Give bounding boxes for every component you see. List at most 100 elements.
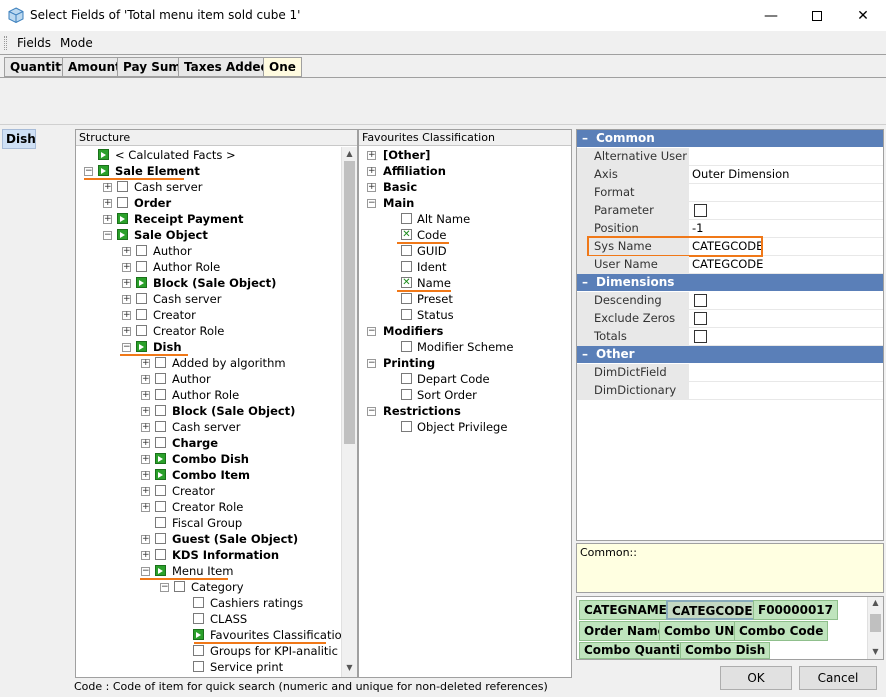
expand-icon[interactable]: +	[103, 215, 112, 224]
expand-icon[interactable]: +	[103, 199, 112, 208]
favourites-item[interactable]: ✕ Name	[359, 275, 571, 291]
structure-tree-item[interactable]: + Author Role	[76, 387, 341, 403]
structure-tree-item[interactable]: + Creator Role	[76, 499, 341, 515]
expand-icon[interactable]: +	[141, 423, 150, 432]
favourites-item[interactable]: + [Other]	[359, 147, 571, 163]
prop-parameter[interactable]: Parameter	[577, 202, 883, 220]
favourites-item[interactable]: Alt Name	[359, 211, 571, 227]
structure-tree-item[interactable]: − Dish	[76, 339, 341, 355]
collapse-icon[interactable]: −	[367, 327, 376, 336]
checkbox[interactable]	[401, 213, 412, 224]
structure-tree-item[interactable]: + Guest (Sale Object)	[76, 531, 341, 547]
structure-tree-item[interactable]: + Cash server	[76, 291, 341, 307]
checkbox[interactable]	[401, 389, 412, 400]
structure-tree-item[interactable]: + Block (Sale Object)	[76, 403, 341, 419]
favourites-item[interactable]: Depart Code	[359, 371, 571, 387]
expand-icon[interactable]: +	[141, 455, 150, 464]
structure-tree-item[interactable]: Fiscal Group	[76, 515, 341, 531]
section-other[interactable]: – Other	[577, 346, 883, 363]
structure-tree-item[interactable]: + Combo Dish	[76, 451, 341, 467]
section-common[interactable]: – Common	[577, 130, 883, 147]
structure-tree-item[interactable]: + Author	[76, 371, 341, 387]
prop-dimdictfield[interactable]: DimDictField	[577, 364, 883, 382]
structure-tree-item[interactable]: Service print	[76, 659, 341, 675]
structure-tree-item[interactable]: − Category	[76, 579, 341, 595]
ok-button[interactable]: OK	[720, 666, 792, 690]
checkbox[interactable]	[401, 341, 412, 352]
structure-tree-item[interactable]: + Creator	[76, 307, 341, 323]
expand-icon[interactable]: +	[122, 279, 131, 288]
structure-tree-item[interactable]: + Creator Role	[76, 323, 341, 339]
favourites-item[interactable]: − Modifiers	[359, 323, 571, 339]
menu-mode[interactable]: Mode	[60, 36, 93, 50]
field-chip[interactable]: F00000017	[753, 600, 838, 620]
prop-exclude-zeros[interactable]: Exclude Zeros	[577, 310, 883, 328]
structure-tree-item[interactable]: + KDS Information	[76, 547, 341, 563]
checkbox[interactable]	[401, 261, 412, 272]
expand-icon[interactable]: +	[141, 487, 150, 496]
structure-tree-item[interactable]: + Combo Item	[76, 467, 341, 483]
collapse-icon[interactable]: −	[141, 567, 150, 576]
collapse-icon[interactable]: −	[160, 583, 169, 592]
expand-icon[interactable]: +	[141, 407, 150, 416]
favourites-item[interactable]: Ident	[359, 259, 571, 275]
field-chip[interactable]: Combo UNI	[659, 621, 744, 641]
structure-tree-item[interactable]: + Creator	[76, 483, 341, 499]
field-chip[interactable]: Order Name	[579, 621, 671, 641]
field-chip[interactable]: Combo Dish	[680, 642, 771, 659]
structure-tree-item[interactable]: CLASS	[76, 611, 341, 627]
measure-taxes-added[interactable]: Taxes Added	[178, 57, 276, 77]
structure-tree-item[interactable]: + Receipt Payment	[76, 211, 341, 227]
prop-descending[interactable]: Descending	[577, 292, 883, 310]
close-button[interactable]: ✕	[840, 0, 886, 31]
favourites-item[interactable]: Object Privilege	[359, 419, 571, 435]
structure-scrollbar[interactable]: ▲ ▼	[341, 147, 357, 677]
expand-icon[interactable]: +	[122, 311, 131, 320]
expand-icon[interactable]: +	[141, 551, 150, 560]
descending-checkbox[interactable]	[694, 294, 707, 307]
field-chip[interactable]: CATEGCODE	[666, 600, 759, 620]
prop-user-name[interactable]: User Name CATEGCODE	[577, 256, 883, 274]
structure-tree-item[interactable]: + Author Role	[76, 259, 341, 275]
collapse-icon[interactable]: −	[367, 359, 376, 368]
measure-pay-sum[interactable]: Pay Sum	[117, 57, 187, 77]
expand-icon[interactable]: +	[122, 263, 131, 272]
structure-tree-item[interactable]: + Author	[76, 243, 341, 259]
favourites-item[interactable]: + Affiliation	[359, 163, 571, 179]
favourites-item[interactable]: ✕ Code	[359, 227, 571, 243]
collapse-icon[interactable]: −	[367, 199, 376, 208]
structure-tree-item[interactable]: + Block (Sale Object)	[76, 275, 341, 291]
expand-icon[interactable]: +	[367, 167, 376, 176]
dimension-dish-button[interactable]: Dish	[2, 129, 36, 149]
prop-axis[interactable]: Axis Outer Dimension	[577, 166, 883, 184]
structure-tree-item[interactable]: Cashiers ratings	[76, 595, 341, 611]
favourites-item[interactable]: Sort Order	[359, 387, 571, 403]
structure-tree-item[interactable]: + Cash server	[76, 419, 341, 435]
expand-icon[interactable]: +	[141, 375, 150, 384]
structure-tree-item[interactable]: < Calculated Facts >	[76, 147, 341, 163]
collapse-icon[interactable]: −	[84, 167, 93, 176]
favourites-item[interactable]: Status	[359, 307, 571, 323]
structure-tree-item[interactable]: Groups for KPI-analitic	[76, 643, 341, 659]
structure-tree-item[interactable]: + Added by algorithm	[76, 355, 341, 371]
structure-tree-item[interactable]: + Charge	[76, 435, 341, 451]
checkbox[interactable]	[401, 293, 412, 304]
expand-icon[interactable]: +	[141, 359, 150, 368]
collapse-icon[interactable]: −	[122, 343, 131, 352]
structure-tree-item[interactable]: + Cash server	[76, 179, 341, 195]
totals-checkbox[interactable]	[694, 330, 707, 343]
structure-scroll-thumb[interactable]	[344, 161, 355, 444]
prop-format[interactable]: Format	[577, 184, 883, 202]
favourites-item[interactable]: Preset	[359, 291, 571, 307]
expand-icon[interactable]: +	[103, 183, 112, 192]
structure-tree-item[interactable]: − Sale Object	[76, 227, 341, 243]
structure-tree-item[interactable]: + Order	[76, 195, 341, 211]
checkbox[interactable]	[401, 309, 412, 320]
menu-fields[interactable]: Fields	[17, 36, 51, 50]
structure-tree-item[interactable]: − Menu Item	[76, 563, 341, 579]
favourites-item[interactable]: − Printing	[359, 355, 571, 371]
collapse-icon[interactable]: −	[367, 407, 376, 416]
checkbox[interactable]	[401, 245, 412, 256]
parameter-checkbox[interactable]	[694, 204, 707, 217]
favourites-item[interactable]: GUID	[359, 243, 571, 259]
